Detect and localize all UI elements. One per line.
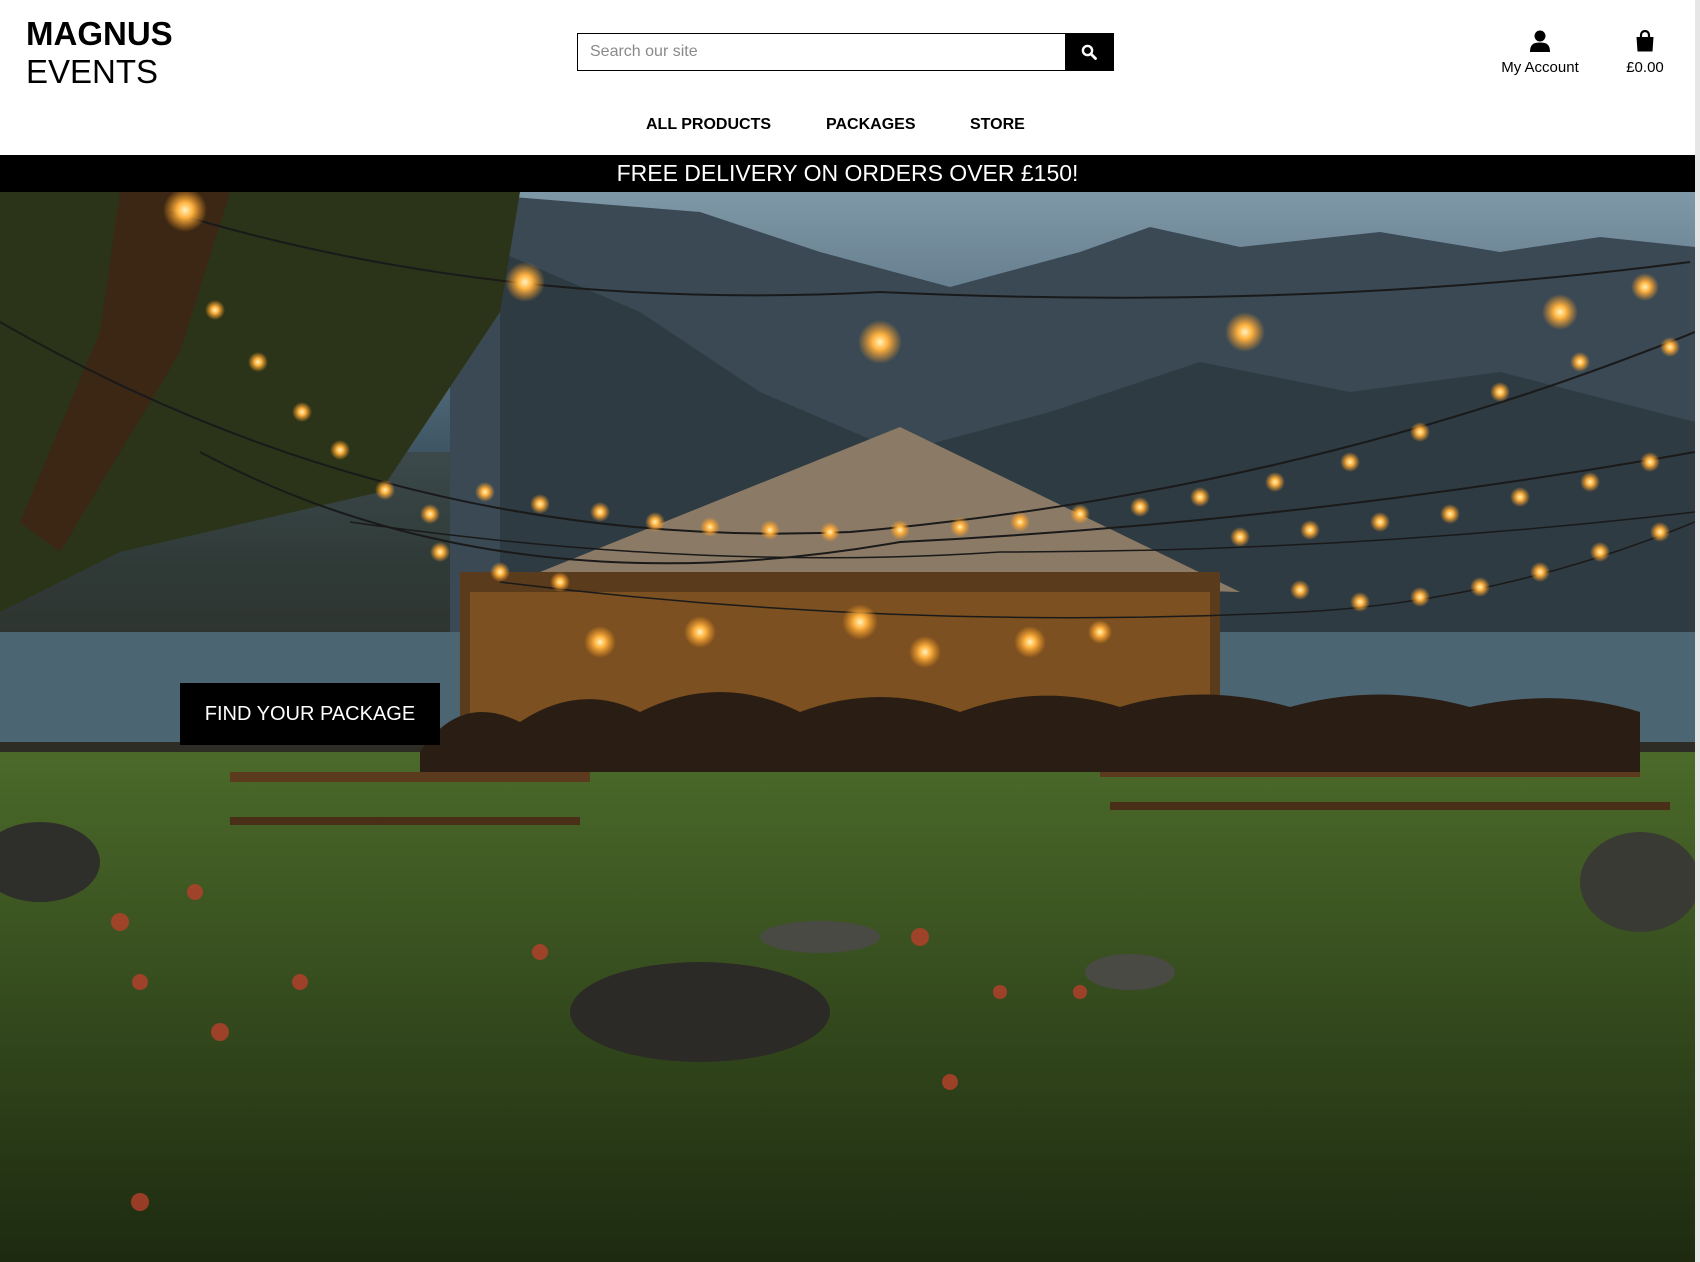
search-input[interactable] [578, 34, 1065, 70]
brand-line-2: EVENTS [26, 53, 159, 90]
my-account-label: My Account [1501, 59, 1579, 76]
user-icon [1530, 30, 1550, 52]
my-account-link[interactable]: My Account [1490, 28, 1590, 76]
free-delivery-banner: FREE DELIVERY ON ORDERS OVER £150! [0, 155, 1695, 192]
hero-image: FIND YOUR PACKAGE [0, 192, 1695, 1262]
cart-link[interactable]: £0.00 [1610, 28, 1680, 76]
page-scrollbar[interactable] [1695, 0, 1700, 1262]
find-your-package-button[interactable]: FIND YOUR PACKAGE [180, 683, 440, 745]
search-button[interactable] [1065, 34, 1113, 70]
main-nav: ALL PRODUCTS PACKAGES STORE [0, 116, 1700, 140]
nav-packages[interactable]: PACKAGES [826, 116, 916, 134]
site-header: MAGNUS EVENTS My Account £0.00 [0, 0, 1700, 155]
nav-store[interactable]: STORE [970, 116, 1025, 134]
search-form [577, 33, 1114, 71]
brand-logo[interactable]: MAGNUS EVENTS [26, 15, 173, 91]
cart-total: £0.00 [1626, 59, 1664, 76]
brand-line-1: MAGNUS [26, 15, 173, 52]
shopping-bag-icon [1636, 30, 1654, 52]
search-icon [1081, 44, 1097, 60]
nav-all-products[interactable]: ALL PRODUCTS [646, 116, 771, 134]
